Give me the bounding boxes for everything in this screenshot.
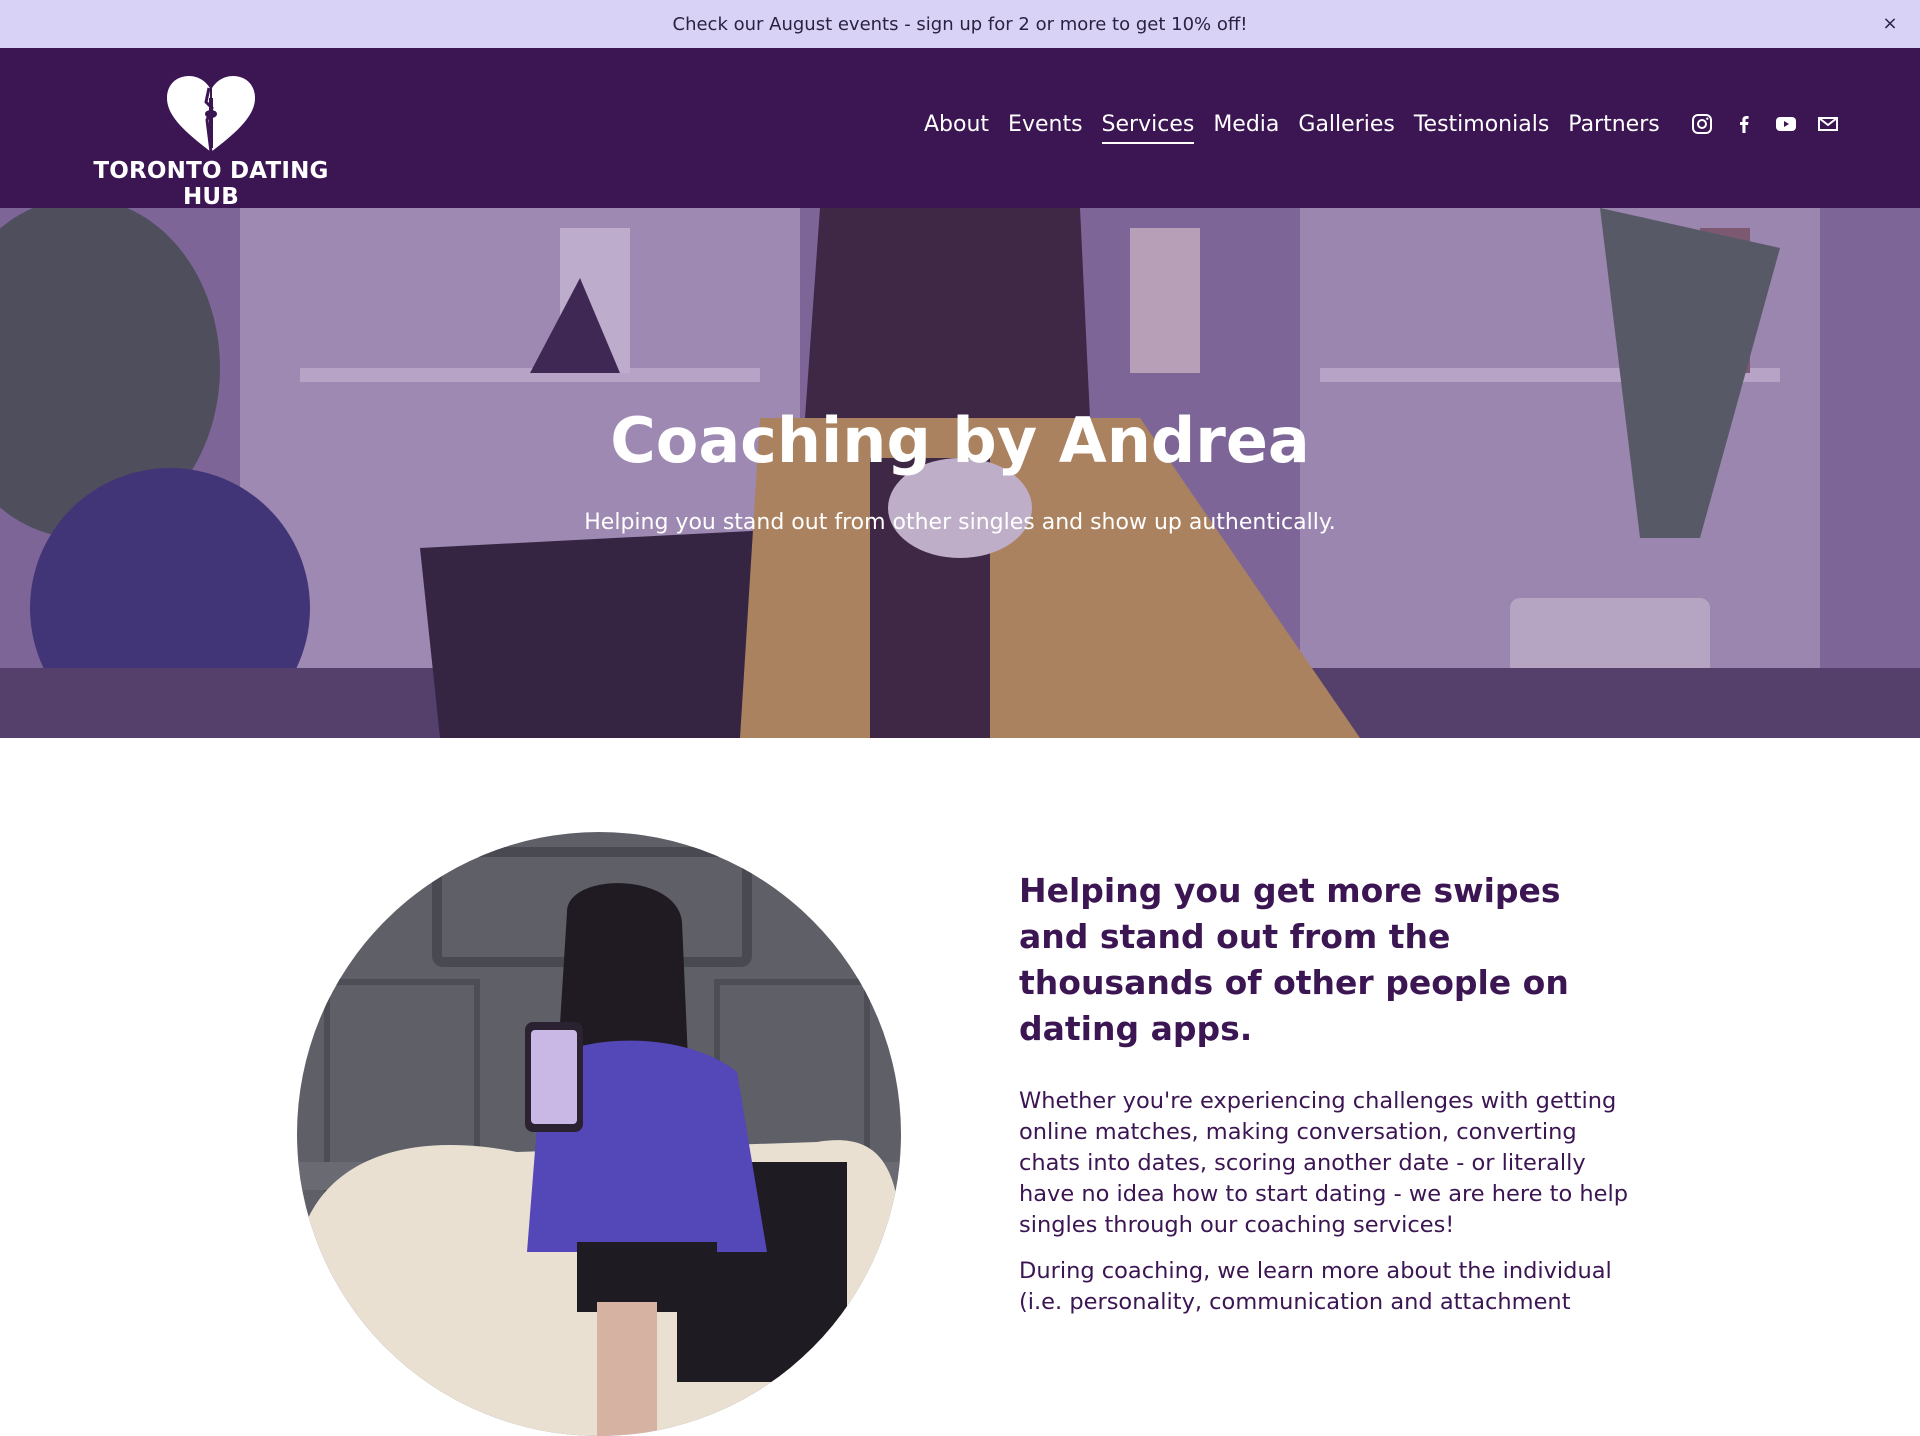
site-header: TORONTO DATING HUB About Events Services… <box>0 48 1920 210</box>
announcement-text: Check our August events - sign up for 2 … <box>672 13 1248 35</box>
brand-name: TORONTO DATING HUB <box>93 158 329 210</box>
announcement-bar: Check our August events - sign up for 2 … <box>0 0 1920 48</box>
coaching-intro: Helping you get more swipes and stand ou… <box>1019 868 1639 1318</box>
nav-events[interactable]: Events <box>1008 112 1083 144</box>
coach-portrait-image <box>297 832 901 1436</box>
facebook-icon[interactable] <box>1732 112 1756 136</box>
nav-galleries[interactable]: Galleries <box>1298 112 1394 144</box>
hero-banner: Coaching by Andrea Helping you stand out… <box>0 208 1920 738</box>
intro-paragraph-1: Whether you're experiencing challenges w… <box>1019 1088 1629 1238</box>
nav-testimonials[interactable]: Testimonials <box>1414 112 1549 144</box>
instagram-icon[interactable] <box>1690 112 1714 136</box>
intro-paragraph-2: During coaching, we learn more about the… <box>1019 1258 1612 1315</box>
hero-title: Coaching by Andrea <box>610 404 1310 477</box>
nav-partners[interactable]: Partners <box>1568 112 1659 144</box>
close-icon[interactable]: × <box>1878 12 1902 36</box>
intro-heading: Helping you get more swipes and stand ou… <box>1019 871 1569 1048</box>
social-links <box>1690 112 1840 136</box>
broken-heart-cn-tower-logo-icon <box>167 76 255 153</box>
site-logo[interactable]: TORONTO DATING HUB <box>76 74 346 210</box>
email-icon[interactable] <box>1816 112 1840 136</box>
youtube-icon[interactable] <box>1774 112 1798 136</box>
nav-services[interactable]: Services <box>1101 112 1195 144</box>
hero-subtitle: Helping you stand out from other singles… <box>584 510 1336 535</box>
nav-about[interactable]: About <box>924 112 989 144</box>
main-nav: About Events Services Media Galleries Te… <box>924 112 1679 144</box>
nav-media[interactable]: Media <box>1213 112 1279 144</box>
